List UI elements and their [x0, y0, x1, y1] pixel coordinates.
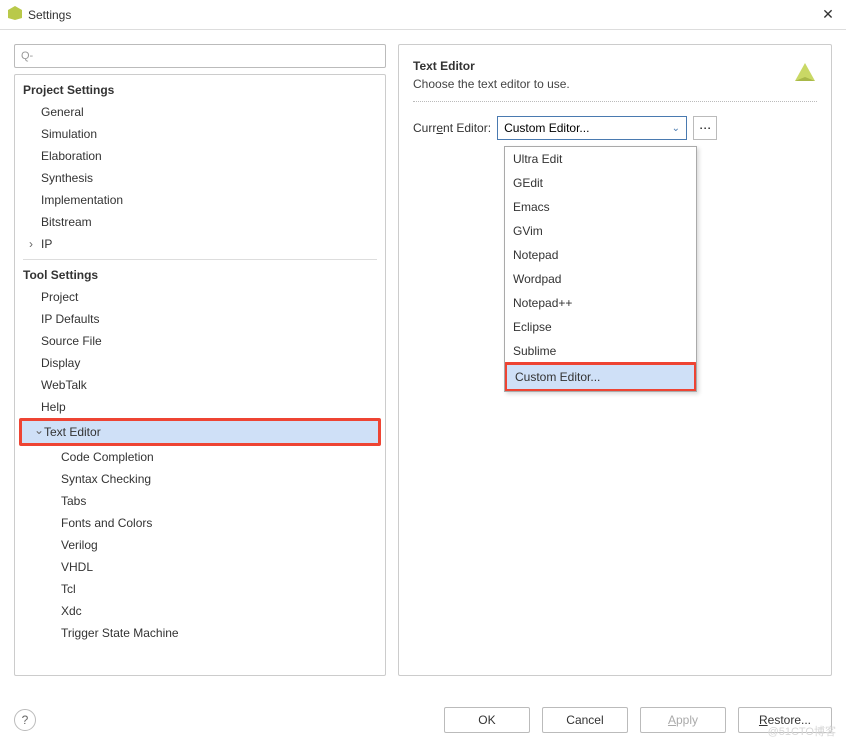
dropdown-item-eclipse[interactable]: Eclipse — [505, 315, 696, 339]
tree-item-simulation[interactable]: Simulation — [15, 123, 385, 145]
panel-heading: Text Editor — [413, 59, 817, 73]
section-header-tool: Tool Settings — [15, 264, 385, 286]
panel-description: Choose the text editor to use. — [413, 77, 817, 91]
tree-item-help[interactable]: Help — [15, 396, 385, 418]
dialog-footer: ? OK Cancel Apply Restore... — [0, 707, 846, 733]
tree-item-ip-defaults[interactable]: IP Defaults — [15, 308, 385, 330]
tree-item-xdc[interactable]: Xdc — [15, 600, 385, 622]
section-header-project: Project Settings — [15, 79, 385, 101]
tree-item-verilog[interactable]: Verilog — [15, 534, 385, 556]
tree-item-source-file[interactable]: Source File — [15, 330, 385, 352]
combo-value: Custom Editor... — [504, 121, 589, 135]
dropdown-list[interactable]: Ultra Edit GEdit Emacs GVim Notepad Word… — [505, 147, 696, 391]
dropdown-item-sublime[interactable]: Sublime — [505, 339, 696, 363]
settings-window: Settings ✕ Q- Project Settings General S… — [0, 0, 846, 743]
dropdown-item-notepadpp[interactable]: Notepad++ — [505, 291, 696, 315]
tree-item-vhdl[interactable]: VHDL — [15, 556, 385, 578]
tree-item-synthesis[interactable]: Synthesis — [15, 167, 385, 189]
tree-item-text-editor[interactable]: Text Editor — [22, 421, 378, 443]
tree-item-elaboration[interactable]: Elaboration — [15, 145, 385, 167]
tree-item-webtalk[interactable]: WebTalk — [15, 374, 385, 396]
tree-item-fonts-colors[interactable]: Fonts and Colors — [15, 512, 385, 534]
dropdown-item-gedit[interactable]: GEdit — [505, 171, 696, 195]
tree-item-code-completion[interactable]: Code Completion — [15, 446, 385, 468]
app-icon — [8, 6, 22, 23]
tree-item-project[interactable]: Project — [15, 286, 385, 308]
tree-item-bitstream[interactable]: Bitstream — [15, 211, 385, 233]
dropdown-item-custom-editor[interactable]: Custom Editor... — [507, 365, 694, 389]
watermark: @51CTO博客 — [768, 723, 836, 739]
highlight-custom-editor: Custom Editor... — [505, 362, 696, 391]
more-button[interactable]: ⋯ — [693, 116, 717, 140]
tree-item-syntax-checking[interactable]: Syntax Checking — [15, 468, 385, 490]
titlebar: Settings ✕ — [0, 0, 846, 30]
ellipsis-icon: ⋯ — [699, 121, 711, 135]
ok-button[interactable]: OK — [444, 707, 530, 733]
dropdown-item-wordpad[interactable]: Wordpad — [505, 267, 696, 291]
divider — [23, 259, 377, 260]
search-input[interactable] — [33, 49, 379, 63]
dropdown-item-ultra-edit[interactable]: Ultra Edit — [505, 147, 696, 171]
tree-item-tabs[interactable]: Tabs — [15, 490, 385, 512]
question-icon: ? — [22, 713, 29, 727]
left-panel: Q- Project Settings General Simulation E… — [14, 44, 386, 676]
current-editor-row: Current Editor: Custom Editor... ⌄ ⋯ — [413, 116, 817, 140]
vivado-logo-icon — [789, 59, 817, 90]
search-box[interactable]: Q- — [14, 44, 386, 68]
close-icon[interactable]: ✕ — [818, 5, 838, 25]
tree-item-trigger-state[interactable]: Trigger State Machine — [15, 622, 385, 644]
dotted-divider — [413, 101, 817, 102]
tree-item-ip[interactable]: IP — [15, 233, 385, 255]
dropdown-item-notepad[interactable]: Notepad — [505, 243, 696, 267]
apply-button[interactable]: Apply — [640, 707, 726, 733]
window-title: Settings — [28, 8, 71, 22]
dropdown-item-gvim[interactable]: GVim — [505, 219, 696, 243]
editor-dropdown: Ultra Edit GEdit Emacs GVim Notepad Word… — [504, 146, 697, 392]
help-button[interactable]: ? — [14, 709, 36, 731]
tree-item-general[interactable]: General — [15, 101, 385, 123]
settings-tree[interactable]: Project Settings General Simulation Elab… — [14, 74, 386, 676]
current-editor-label: Current Editor: — [413, 121, 491, 135]
content-area: Q- Project Settings General Simulation E… — [0, 30, 846, 690]
tree-item-implementation[interactable]: Implementation — [15, 189, 385, 211]
highlight-text-editor: Text Editor — [19, 418, 381, 446]
search-icon: Q- — [21, 50, 33, 62]
cancel-button[interactable]: Cancel — [542, 707, 628, 733]
tree-item-display[interactable]: Display — [15, 352, 385, 374]
dropdown-item-emacs[interactable]: Emacs — [505, 195, 696, 219]
tree-item-tcl[interactable]: Tcl — [15, 578, 385, 600]
chevron-down-icon: ⌄ — [672, 123, 680, 134]
current-editor-combo[interactable]: Custom Editor... ⌄ — [497, 116, 687, 140]
